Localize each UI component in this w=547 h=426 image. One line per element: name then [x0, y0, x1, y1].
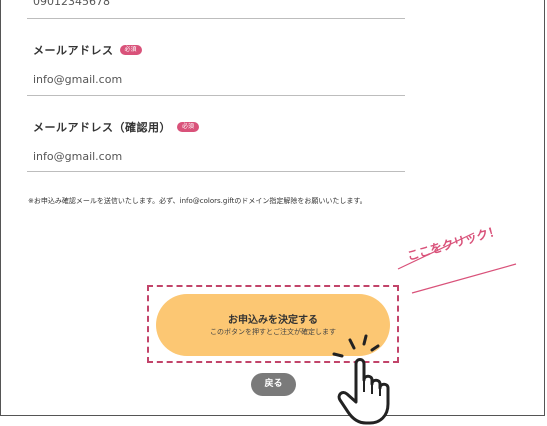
submit-label: お申込みを決定する — [228, 315, 318, 326]
hand-pointer-icon — [332, 334, 390, 425]
back-button[interactable]: 戻る — [251, 373, 296, 396]
